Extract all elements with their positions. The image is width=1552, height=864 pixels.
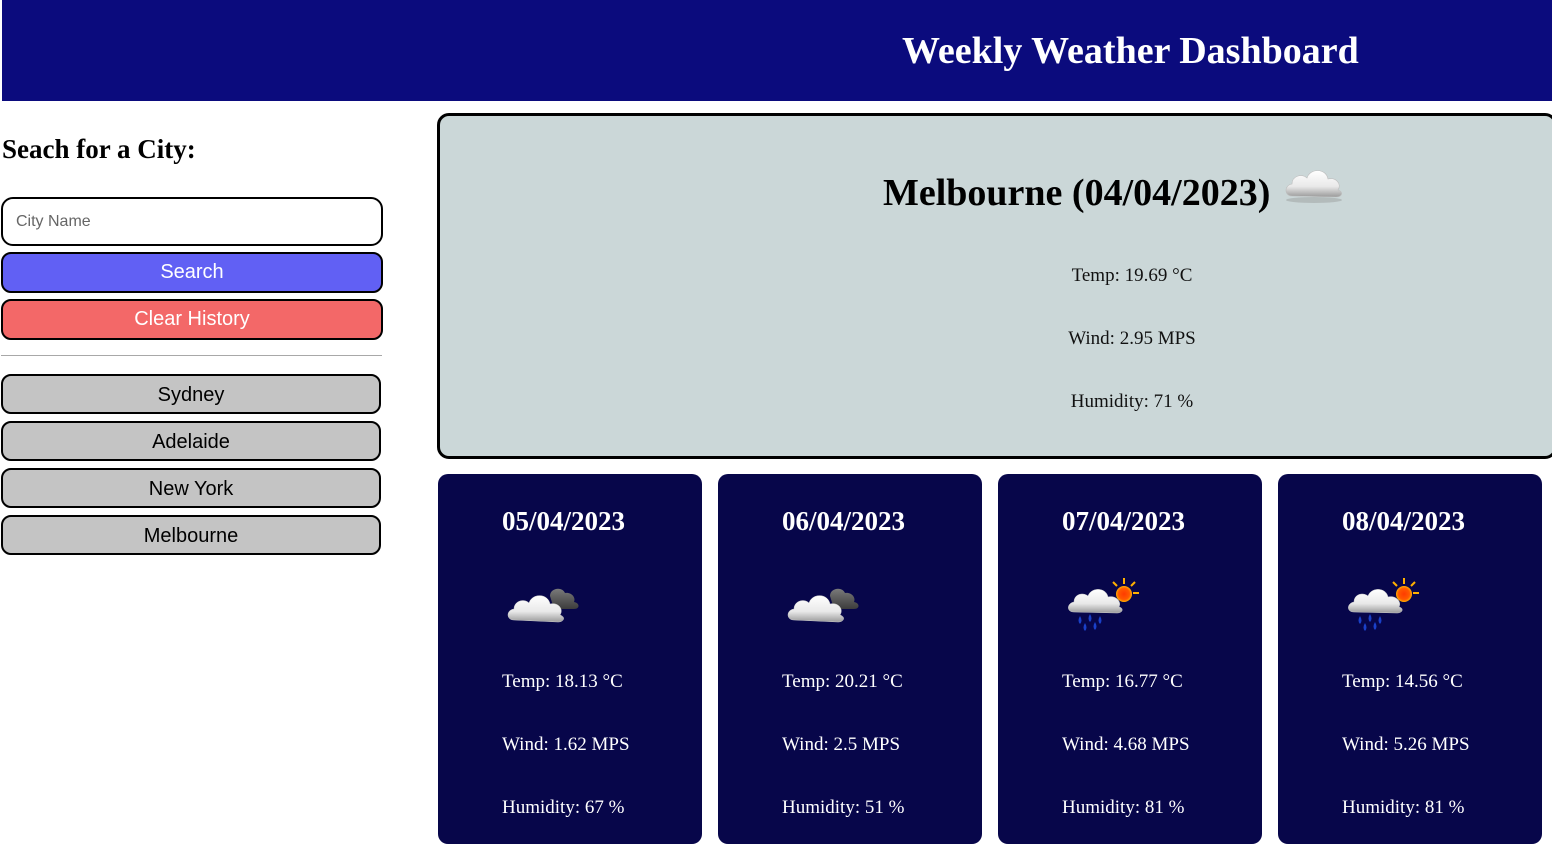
forecast-humidity: Humidity: 51 % (782, 797, 905, 818)
forecast-wind: Wind: 2.5 MPS (782, 734, 901, 755)
history-item-melbourne[interactable]: Melbourne (1, 515, 381, 555)
partly-cloudy-icon (504, 574, 588, 634)
history-item-adelaide[interactable]: Adelaide (1, 421, 381, 461)
rain-sun-icon (1344, 574, 1428, 634)
current-city-heading: Melbourne (04/04/2023) (440, 168, 1552, 218)
forecast-card: 05/04/2023 Temp: 18.13 °C Wind: 1.62 MPS… (438, 474, 702, 844)
current-humidity: Humidity: 71 % (440, 389, 1552, 415)
current-temp-text: Temp: 19.69 °C (1071, 265, 1193, 286)
current-temp: Temp: 19.69 °C (440, 263, 1552, 289)
page-title: Weekly Weather Dashboard (902, 30, 1359, 72)
forecast-card: 06/04/2023 Temp: 20.21 °C Wind: 2.5 MPS … (718, 474, 982, 844)
current-wind-text: Wind: 2.95 MPS (1068, 328, 1196, 349)
forecast-date: 08/04/2023 (1342, 506, 1466, 536)
forecast-temp: Temp: 20.21 °C (782, 671, 903, 692)
history-item-sydney[interactable]: Sydney (1, 374, 381, 414)
forecast-row: 05/04/2023 Temp: 18.13 °C Wind: 1.62 MPS… (438, 474, 1552, 844)
forecast-wind: Wind: 4.68 MPS (1062, 734, 1190, 755)
forecast-date: 07/04/2023 (1062, 506, 1186, 536)
clear-history-button[interactable]: Clear History (1, 299, 383, 340)
app-header: Weekly Weather Dashboard (2, 0, 1552, 101)
search-heading: Seach for a City: (2, 134, 196, 164)
forecast-card: 07/04/2023 Temp: 16.77 °C Wind: 4.68 MPS… (998, 474, 1262, 844)
history-item-new-york[interactable]: New York (1, 468, 381, 508)
forecast-humidity: Humidity: 67 % (502, 797, 625, 818)
search-button[interactable]: Search (1, 252, 383, 293)
forecast-date: 05/04/2023 (502, 506, 626, 536)
cloud-icon (1282, 160, 1346, 217)
forecast-wind: Wind: 1.62 MPS (502, 734, 630, 755)
forecast-temp: Temp: 14.56 °C (1342, 671, 1463, 692)
current-weather-panel: Melbourne (04/04/2023) Temp: 19.69 °C Wi… (437, 113, 1552, 459)
forecast-wind: Wind: 5.26 MPS (1342, 734, 1470, 755)
current-city-date: Melbourne (04/04/2023) (883, 172, 1271, 214)
sidebar: Seach for a City: Search Clear History S… (0, 101, 390, 864)
divider (1, 355, 382, 356)
current-wind: Wind: 2.95 MPS (440, 326, 1552, 352)
partly-cloudy-icon (784, 574, 868, 634)
forecast-date: 06/04/2023 (782, 506, 906, 536)
city-search-input[interactable] (1, 197, 383, 246)
rain-sun-icon (1064, 574, 1148, 634)
forecast-card: 08/04/2023 Temp: 14.56 °C Wind: 5.26 MPS… (1278, 474, 1542, 844)
search-history-list: Sydney Adelaide New York Melbourne (1, 374, 382, 562)
forecast-humidity: Humidity: 81 % (1062, 797, 1185, 818)
current-humidity-text: Humidity: 71 % (1070, 391, 1194, 412)
forecast-temp: Temp: 18.13 °C (502, 671, 623, 692)
forecast-temp: Temp: 16.77 °C (1062, 671, 1183, 692)
forecast-humidity: Humidity: 81 % (1342, 797, 1465, 818)
